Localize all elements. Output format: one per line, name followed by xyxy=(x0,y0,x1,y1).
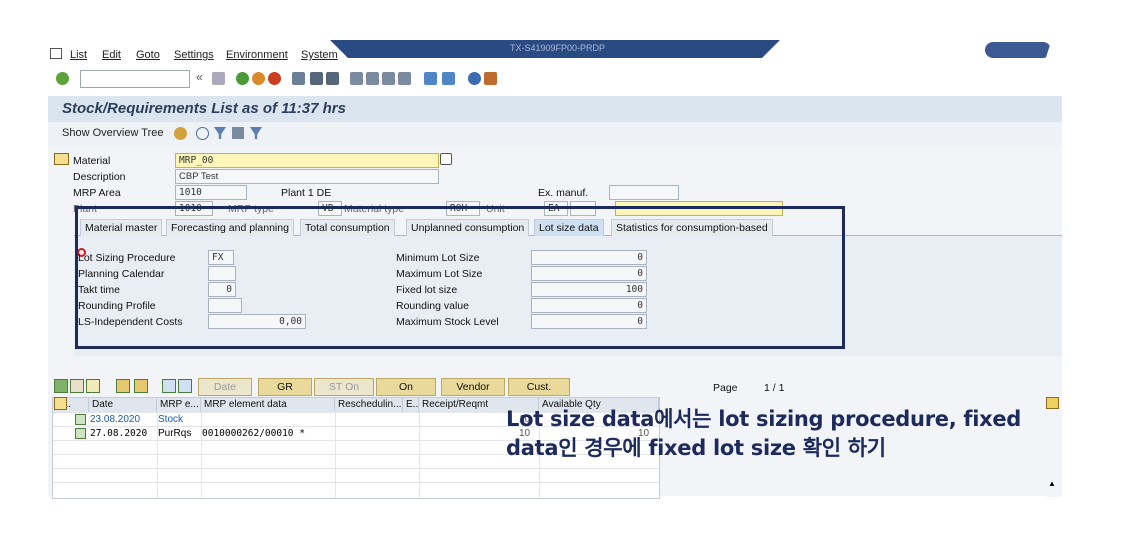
material-tree-icon[interactable] xyxy=(54,153,69,165)
cancel-icon[interactable] xyxy=(268,72,281,85)
row2-mrp-element: PurRqs xyxy=(158,428,192,439)
material-field[interactable]: MRP_00 xyxy=(175,153,439,168)
cust-button[interactable]: Cust. xyxy=(508,378,570,396)
find-next-icon[interactable] xyxy=(326,72,339,85)
collapse-icon[interactable] xyxy=(70,379,84,393)
select-all-icon[interactable] xyxy=(54,397,67,410)
window-title-text: TX-S41909FP00-PRDP xyxy=(510,43,606,53)
annotation-caption: Lot size data에서는 lot sizing procedure, f… xyxy=(506,405,1021,463)
sort-down-icon[interactable] xyxy=(162,379,176,393)
command-field[interactable] xyxy=(80,70,190,88)
on-button[interactable]: On xyxy=(376,378,436,396)
grid-header-date[interactable]: Date xyxy=(89,398,157,412)
help-icon[interactable] xyxy=(468,72,481,85)
row-detail-icon[interactable] xyxy=(75,414,86,425)
grid-header-e[interactable]: E... xyxy=(403,398,419,412)
settings-icon[interactable] xyxy=(232,127,244,139)
grid-vline xyxy=(419,398,420,498)
gr-button[interactable]: GR xyxy=(258,378,312,396)
next-page-icon[interactable] xyxy=(382,72,395,85)
refresh-icon[interactable] xyxy=(196,127,209,140)
layout-icon[interactable] xyxy=(484,72,497,85)
expand-icon[interactable] xyxy=(54,379,68,393)
menu-system[interactable]: System xyxy=(301,49,338,61)
annotation-highlight-box xyxy=(75,206,845,349)
shortcut-icon[interactable] xyxy=(442,72,455,85)
grid-line xyxy=(53,482,659,483)
grid-vline xyxy=(335,398,336,498)
menu-icon[interactable] xyxy=(50,48,62,59)
list-toolbar: Date GR ST On On Vendor Cust. xyxy=(52,378,712,396)
standard-toolbar: ▾ « xyxy=(44,66,1062,92)
row1-date[interactable]: 23.08.2020 xyxy=(90,413,140,427)
caption-line-1: Lot size data에서는 lot sizing procedure, f… xyxy=(506,407,1022,431)
group-icon[interactable] xyxy=(116,379,130,393)
grid-header-mrp-element[interactable]: MRP e... xyxy=(157,398,201,412)
vertical-scrollbar[interactable]: ▲ xyxy=(1046,397,1059,497)
user-icon[interactable] xyxy=(174,127,187,140)
row-detail-icon[interactable] xyxy=(75,428,86,439)
grid-vline xyxy=(201,398,202,498)
date-button[interactable]: Date xyxy=(198,378,252,396)
menu-edit[interactable]: Edit xyxy=(102,49,121,61)
menu-goto[interactable]: Goto xyxy=(136,49,160,61)
menu-list[interactable]: List xyxy=(70,49,87,61)
menu-environment[interactable]: Environment xyxy=(226,49,288,61)
st-on-button[interactable]: ST On xyxy=(314,378,374,396)
enter-icon[interactable] xyxy=(56,72,69,85)
page-title: Stock/Requirements List as of 11:37 hrs xyxy=(62,100,346,117)
column-config-icon[interactable] xyxy=(1046,397,1059,409)
mrp-area-field: 1010 xyxy=(175,185,247,200)
grid-line xyxy=(53,468,659,469)
description-field: CBP Test xyxy=(175,169,439,184)
scroll-down-icon[interactable]: ▲ xyxy=(1048,479,1056,488)
row1-mrp-element: Stock xyxy=(158,414,184,425)
edit-icon[interactable] xyxy=(86,379,100,393)
row2-date[interactable]: 27.08.2020 xyxy=(90,427,147,441)
ex-manuf-field xyxy=(609,185,679,200)
group-alt-icon[interactable] xyxy=(134,379,148,393)
menu-settings[interactable]: Settings xyxy=(174,49,214,61)
page-label: Page xyxy=(713,382,738,394)
print-icon[interactable] xyxy=(292,72,305,85)
show-overview-tree-button[interactable]: Show Overview Tree xyxy=(62,127,163,139)
page-number: 1 / 1 xyxy=(764,382,785,394)
exit-icon[interactable] xyxy=(252,72,265,85)
search-icon[interactable] xyxy=(440,153,452,165)
vendor-button[interactable]: Vendor xyxy=(441,378,505,396)
save-icon[interactable] xyxy=(212,72,225,85)
description-label: Description xyxy=(73,171,126,183)
history-icon[interactable]: « xyxy=(196,70,203,84)
caption-line-2: data인 경우에 fixed lot size 확인 하기 xyxy=(506,436,886,460)
previous-page-icon[interactable] xyxy=(366,72,379,85)
row2-mrp-element-data: 0010000262/00010 * xyxy=(202,428,305,439)
new-session-icon[interactable] xyxy=(424,72,437,85)
window-title-overlay: TX-S41909FP00-PRDP xyxy=(330,40,780,58)
grid-header-rescheduling[interactable]: Reschedulin... xyxy=(335,398,403,412)
ex-manuf-label: Ex. manuf. xyxy=(538,187,589,199)
material-label: Material xyxy=(73,155,111,167)
first-page-icon[interactable] xyxy=(350,72,363,85)
grid-header-mrp-element-data[interactable]: MRP element data xyxy=(201,398,335,412)
find-icon[interactable] xyxy=(310,72,323,85)
mrp-area-text: Plant 1 DE xyxy=(281,187,332,199)
last-page-icon[interactable] xyxy=(398,72,411,85)
back-icon[interactable] xyxy=(236,72,249,85)
sort-up-icon[interactable] xyxy=(178,379,192,393)
mrp-area-label: MRP Area xyxy=(73,187,121,199)
window-control-button[interactable] xyxy=(985,42,1051,58)
